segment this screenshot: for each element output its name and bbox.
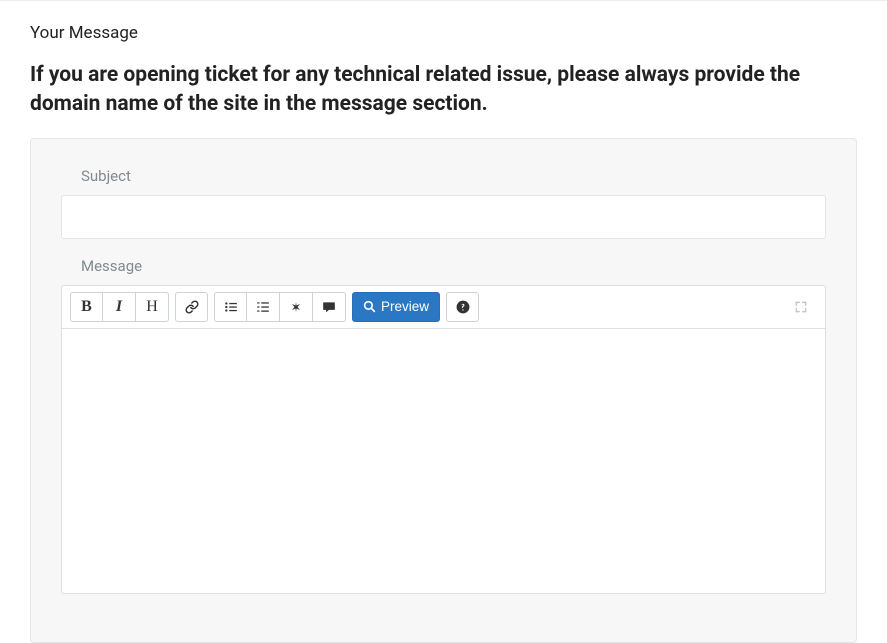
section-title: Your Message [30, 23, 857, 43]
help-button[interactable] [446, 292, 479, 322]
notice-text: If you are opening ticket for any techni… [30, 61, 857, 120]
bold-icon: B [81, 298, 92, 316]
italic-button[interactable]: I [103, 292, 136, 322]
message-group: Message B I H [61, 257, 826, 594]
subject-label: Subject [81, 167, 826, 185]
comment-button[interactable] [313, 292, 346, 322]
message-label: Message [81, 257, 826, 275]
comment-icon [322, 300, 336, 314]
preview-button[interactable]: Preview [352, 292, 440, 322]
fullscreen-icon [794, 300, 808, 314]
editor-toolbar: B I H [62, 286, 825, 329]
link-button[interactable] [175, 292, 208, 322]
preview-label: Preview [381, 299, 429, 314]
asterisk-icon [290, 301, 302, 313]
list-ol-icon [256, 300, 270, 314]
list-ul-icon [224, 300, 238, 314]
text-style-group: B I H [70, 292, 169, 322]
message-card: Subject Message B I H [30, 138, 857, 643]
fullscreen-button[interactable] [784, 292, 817, 322]
asterisk-button[interactable] [280, 292, 313, 322]
ordered-list-button[interactable] [247, 292, 280, 322]
block-group [214, 292, 346, 322]
heading-icon: H [146, 298, 158, 316]
help-icon [456, 300, 470, 314]
unordered-list-button[interactable] [214, 292, 247, 322]
message-textarea[interactable] [62, 329, 825, 589]
italic-icon: I [116, 298, 122, 316]
help-group [446, 292, 479, 322]
search-icon [363, 300, 376, 313]
message-editor: B I H [61, 285, 826, 594]
link-icon [185, 300, 199, 314]
bold-button[interactable]: B [70, 292, 103, 322]
link-group [175, 292, 208, 322]
subject-input[interactable] [61, 195, 826, 239]
heading-button[interactable]: H [136, 292, 169, 322]
subject-group: Subject [61, 167, 826, 239]
